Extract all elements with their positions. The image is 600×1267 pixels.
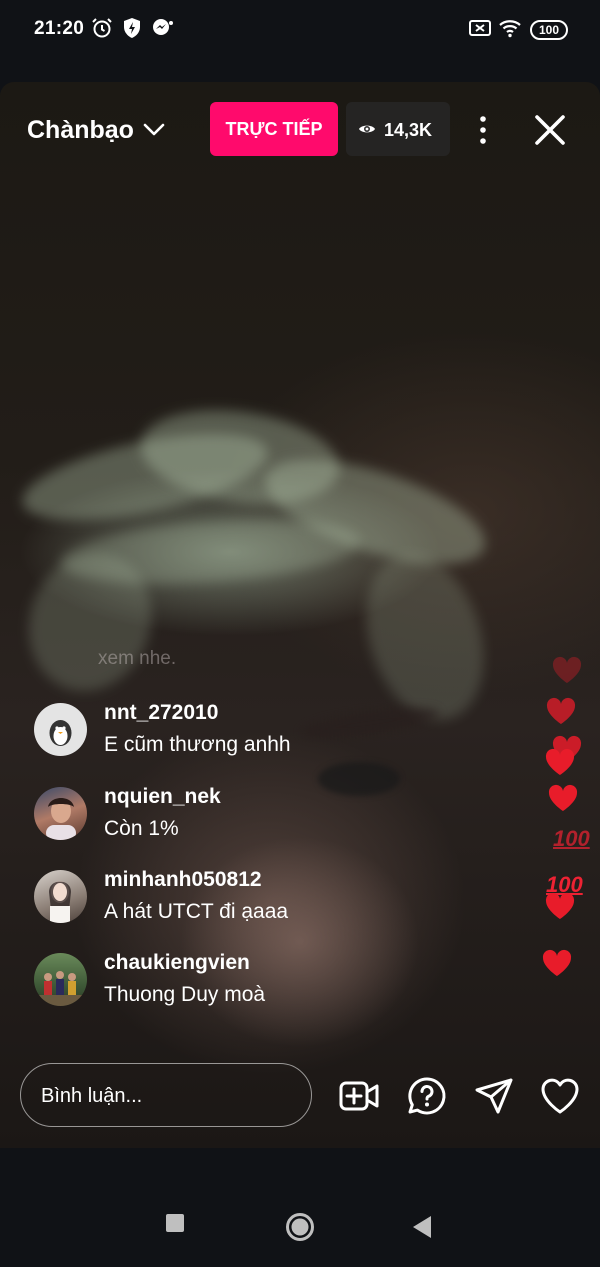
wifi-icon bbox=[499, 20, 521, 38]
comment-username[interactable]: nnt_272010 bbox=[104, 701, 218, 725]
comment-text: Thuong Duy moà bbox=[104, 983, 266, 1006]
channel-name[interactable]: Chànbạo bbox=[27, 116, 134, 145]
live-badge: TRỰC TIẾP bbox=[210, 102, 338, 156]
avatar[interactable] bbox=[34, 703, 87, 756]
faded-comment: xem nhe. bbox=[98, 648, 177, 669]
viewer-count: 14,3K bbox=[384, 120, 433, 140]
shield-bolt-icon bbox=[124, 18, 140, 38]
no-sim-icon bbox=[469, 20, 491, 36]
messenger-icon bbox=[153, 19, 173, 35]
heart-reaction-icon bbox=[552, 656, 582, 683]
list-item: minhanh050812 A hát UTCT đi ạaaa bbox=[34, 868, 454, 928]
alarm-icon bbox=[92, 18, 112, 38]
list-item: nnt_272010 E cũm thương anhh bbox=[34, 701, 454, 761]
battery-icon: 100 bbox=[530, 20, 568, 40]
list-item: nquien_nek Còn 1% bbox=[34, 785, 454, 845]
back-icon[interactable] bbox=[411, 1214, 433, 1240]
heart-icon[interactable] bbox=[539, 1075, 581, 1117]
heart-reaction-icon bbox=[546, 697, 576, 724]
add-video-icon[interactable] bbox=[338, 1075, 380, 1117]
eye-icon bbox=[359, 125, 375, 133]
avatar[interactable] bbox=[34, 953, 87, 1006]
comment-input[interactable]: Bình luận... bbox=[20, 1063, 312, 1127]
recents-icon[interactable] bbox=[165, 1213, 185, 1233]
comment-text: A hát UTCT đi ạaaa bbox=[104, 900, 289, 923]
home-icon[interactable] bbox=[285, 1212, 315, 1242]
comment-username[interactable]: chaukiengvien bbox=[104, 951, 250, 975]
send-icon[interactable] bbox=[473, 1075, 515, 1117]
navigation-bar bbox=[0, 1148, 600, 1267]
close-icon[interactable] bbox=[530, 110, 570, 150]
comment-placeholder: Bình luận... bbox=[41, 1085, 143, 1107]
heart-reaction-icon bbox=[548, 784, 578, 811]
chevron-down-icon[interactable] bbox=[142, 120, 166, 140]
hundred-points-icon: 100 bbox=[553, 826, 590, 851]
heart-reaction-icon bbox=[545, 892, 575, 919]
heart-reaction-icon bbox=[542, 949, 572, 976]
avatar[interactable] bbox=[34, 870, 87, 923]
comment-text: E cũm thương anhh bbox=[104, 733, 291, 756]
status-time: 21:20 bbox=[34, 18, 85, 39]
status-bar: 21:20 100 bbox=[0, 0, 600, 60]
battery-level: 100 bbox=[538, 23, 560, 37]
more-options-icon[interactable] bbox=[470, 110, 496, 150]
viewer-count-badge[interactable]: 14,3K bbox=[346, 102, 450, 156]
comment-username[interactable]: minhanh050812 bbox=[104, 868, 262, 892]
avatar[interactable] bbox=[34, 787, 87, 840]
comment-username[interactable]: nquien_nek bbox=[104, 785, 221, 809]
heart-reaction-icon bbox=[545, 748, 575, 775]
question-icon[interactable] bbox=[406, 1075, 448, 1117]
list-item: chaukiengvien Thuong Duy moà bbox=[34, 951, 454, 1011]
comment-text: Còn 1% bbox=[104, 817, 179, 840]
